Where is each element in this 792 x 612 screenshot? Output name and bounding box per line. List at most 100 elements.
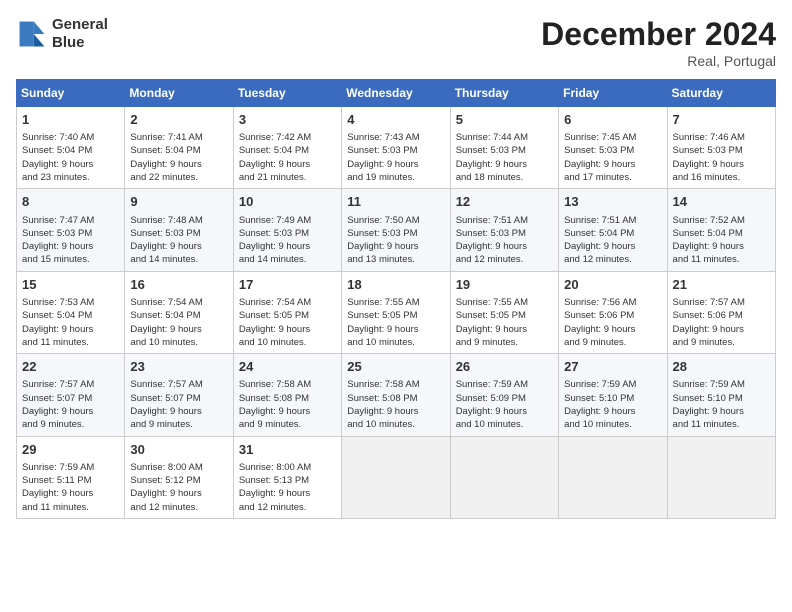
day-info: Sunrise: 7:59 AMSunset: 5:10 PMDaylight:… xyxy=(564,378,661,431)
calendar-cell xyxy=(559,436,667,518)
calendar-week-row: 29 Sunrise: 7:59 AMSunset: 5:11 PMDayligh… xyxy=(17,436,776,518)
calendar-cell: 16Sunrise: 7:54 AMSunset: 5:04 PMDayligh… xyxy=(125,271,233,353)
day-info: Sunrise: 8:00 AMSunset: 5:13 PMDaylight:… xyxy=(239,461,336,514)
day-number: 19 xyxy=(456,276,553,294)
weekday-header-cell: Thursday xyxy=(450,80,558,107)
day-info: Sunrise: 7:55 AMSunset: 5:05 PMDaylight:… xyxy=(456,296,553,349)
day-info: Sunrise: 7:47 AMSunset: 5:03 PMDaylight:… xyxy=(22,214,119,267)
title-block: December 2024 Real, Portugal xyxy=(541,16,776,69)
day-info: Sunrise: 7:54 AMSunset: 5:05 PMDaylight:… xyxy=(239,296,336,349)
day-info: Sunrise: 7:43 AMSunset: 5:03 PMDaylight:… xyxy=(347,131,444,184)
weekday-header-cell: Friday xyxy=(559,80,667,107)
calendar-cell: 14 Sunrise: 7:52 AMSunset: 5:04 PMDayligh… xyxy=(667,189,775,271)
logo-icon xyxy=(16,18,48,50)
calendar-week-row: 22 Sunrise: 7:57 AMSunset: 5:07 PMDayligh… xyxy=(17,354,776,436)
day-number: 22 xyxy=(22,358,119,376)
day-info: Sunrise: 7:40 AMSunset: 5:04 PMDaylight:… xyxy=(22,131,119,184)
day-number: 14 xyxy=(673,193,770,211)
day-number: 7 xyxy=(673,111,770,129)
calendar-cell: 28 Sunrise: 7:59 AMSunset: 5:10 PMDayligh… xyxy=(667,354,775,436)
page-header: General Blue December 2024 Real, Portuga… xyxy=(16,16,776,69)
day-number: 27 xyxy=(564,358,661,376)
day-number: 10 xyxy=(239,193,336,211)
location: Real, Portugal xyxy=(541,53,776,69)
calendar-cell: 30Sunrise: 8:00 AMSunset: 5:12 PMDayligh… xyxy=(125,436,233,518)
day-info: Sunrise: 7:51 AMSunset: 5:04 PMDaylight:… xyxy=(564,214,661,267)
logo-text: General Blue xyxy=(52,16,108,52)
day-number: 12 xyxy=(456,193,553,211)
day-number: 17 xyxy=(239,276,336,294)
weekday-header-row: SundayMondayTuesdayWednesdayThursdayFrid… xyxy=(17,80,776,107)
calendar-week-row: 15Sunrise: 7:53 AMSunset: 5:04 PMDayligh… xyxy=(17,271,776,353)
day-info: Sunrise: 7:59 AMSunset: 5:11 PMDaylight:… xyxy=(22,461,119,514)
calendar-cell: 11 Sunrise: 7:50 AMSunset: 5:03 PMDayligh… xyxy=(342,189,450,271)
calendar-cell xyxy=(450,436,558,518)
day-info: Sunrise: 7:57 AMSunset: 5:07 PMDaylight:… xyxy=(130,378,227,431)
day-number: 20 xyxy=(564,276,661,294)
day-info: Sunrise: 7:59 AMSunset: 5:10 PMDaylight:… xyxy=(673,378,770,431)
calendar-cell: 25Sunrise: 7:58 AMSunset: 5:08 PMDayligh… xyxy=(342,354,450,436)
calendar-cell: 4 Sunrise: 7:43 AMSunset: 5:03 PMDaylight… xyxy=(342,107,450,189)
day-number: 15 xyxy=(22,276,119,294)
day-info: Sunrise: 7:45 AMSunset: 5:03 PMDaylight:… xyxy=(564,131,661,184)
calendar-cell: 1 Sunrise: 7:40 AMSunset: 5:04 PMDaylight… xyxy=(17,107,125,189)
day-number: 5 xyxy=(456,111,553,129)
day-info: Sunrise: 7:58 AMSunset: 5:08 PMDaylight:… xyxy=(347,378,444,431)
calendar-cell: 12Sunrise: 7:51 AMSunset: 5:03 PMDayligh… xyxy=(450,189,558,271)
weekday-header-cell: Monday xyxy=(125,80,233,107)
calendar-cell: 13 Sunrise: 7:51 AMSunset: 5:04 PMDayligh… xyxy=(559,189,667,271)
day-number: 13 xyxy=(564,193,661,211)
calendar-cell: 26 Sunrise: 7:59 AMSunset: 5:09 PMDayligh… xyxy=(450,354,558,436)
calendar-cell: 22 Sunrise: 7:57 AMSunset: 5:07 PMDayligh… xyxy=(17,354,125,436)
calendar-cell: 17 Sunrise: 7:54 AMSunset: 5:05 PMDayligh… xyxy=(233,271,341,353)
day-number: 29 xyxy=(22,441,119,459)
day-number: 11 xyxy=(347,193,444,211)
day-info: Sunrise: 7:57 AMSunset: 5:06 PMDaylight:… xyxy=(673,296,770,349)
calendar-table: SundayMondayTuesdayWednesdayThursdayFrid… xyxy=(16,79,776,519)
calendar-cell: 15Sunrise: 7:53 AMSunset: 5:04 PMDayligh… xyxy=(17,271,125,353)
day-number: 1 xyxy=(22,111,119,129)
day-number: 9 xyxy=(130,193,227,211)
calendar-cell: 23Sunrise: 7:57 AMSunset: 5:07 PMDayligh… xyxy=(125,354,233,436)
day-number: 24 xyxy=(239,358,336,376)
day-info: Sunrise: 7:41 AMSunset: 5:04 PMDaylight:… xyxy=(130,131,227,184)
day-info: Sunrise: 7:52 AMSunset: 5:04 PMDaylight:… xyxy=(673,214,770,267)
weekday-header-cell: Tuesday xyxy=(233,80,341,107)
calendar-cell: 2Sunrise: 7:41 AMSunset: 5:04 PMDaylight… xyxy=(125,107,233,189)
day-number: 28 xyxy=(673,358,770,376)
calendar-cell: 29 Sunrise: 7:59 AMSunset: 5:11 PMDayligh… xyxy=(17,436,125,518)
day-number: 31 xyxy=(239,441,336,459)
day-info: Sunrise: 7:42 AMSunset: 5:04 PMDaylight:… xyxy=(239,131,336,184)
calendar-cell: 20Sunrise: 7:56 AMSunset: 5:06 PMDayligh… xyxy=(559,271,667,353)
weekday-header-cell: Wednesday xyxy=(342,80,450,107)
calendar-cell: 8 Sunrise: 7:47 AMSunset: 5:03 PMDaylight… xyxy=(17,189,125,271)
day-info: Sunrise: 7:59 AMSunset: 5:09 PMDaylight:… xyxy=(456,378,553,431)
day-number: 16 xyxy=(130,276,227,294)
calendar-cell: 9Sunrise: 7:48 AMSunset: 5:03 PMDaylight… xyxy=(125,189,233,271)
weekday-header-cell: Sunday xyxy=(17,80,125,107)
calendar-week-row: 8 Sunrise: 7:47 AMSunset: 5:03 PMDaylight… xyxy=(17,189,776,271)
logo: General Blue xyxy=(16,16,108,52)
day-info: Sunrise: 7:58 AMSunset: 5:08 PMDaylight:… xyxy=(239,378,336,431)
calendar-cell: 7 Sunrise: 7:46 AMSunset: 5:03 PMDaylight… xyxy=(667,107,775,189)
calendar-cell: 31 Sunrise: 8:00 AMSunset: 5:13 PMDayligh… xyxy=(233,436,341,518)
calendar-cell: 21 Sunrise: 7:57 AMSunset: 5:06 PMDayligh… xyxy=(667,271,775,353)
calendar-cell: 27 Sunrise: 7:59 AMSunset: 5:10 PMDayligh… xyxy=(559,354,667,436)
calendar-week-row: 1 Sunrise: 7:40 AMSunset: 5:04 PMDaylight… xyxy=(17,107,776,189)
day-number: 8 xyxy=(22,193,119,211)
day-number: 21 xyxy=(673,276,770,294)
calendar-cell: 3 Sunrise: 7:42 AMSunset: 5:04 PMDaylight… xyxy=(233,107,341,189)
day-info: Sunrise: 7:50 AMSunset: 5:03 PMDaylight:… xyxy=(347,214,444,267)
calendar-cell: 10 Sunrise: 7:49 AMSunset: 5:03 PMDayligh… xyxy=(233,189,341,271)
day-info: Sunrise: 7:49 AMSunset: 5:03 PMDaylight:… xyxy=(239,214,336,267)
day-number: 26 xyxy=(456,358,553,376)
day-number: 3 xyxy=(239,111,336,129)
weekday-header-cell: Saturday xyxy=(667,80,775,107)
day-info: Sunrise: 7:57 AMSunset: 5:07 PMDaylight:… xyxy=(22,378,119,431)
day-number: 6 xyxy=(564,111,661,129)
month-title: December 2024 xyxy=(541,16,776,53)
calendar-cell: 24 Sunrise: 7:58 AMSunset: 5:08 PMDayligh… xyxy=(233,354,341,436)
calendar-cell: 5Sunrise: 7:44 AMSunset: 5:03 PMDaylight… xyxy=(450,107,558,189)
day-number: 4 xyxy=(347,111,444,129)
day-info: Sunrise: 7:46 AMSunset: 5:03 PMDaylight:… xyxy=(673,131,770,184)
